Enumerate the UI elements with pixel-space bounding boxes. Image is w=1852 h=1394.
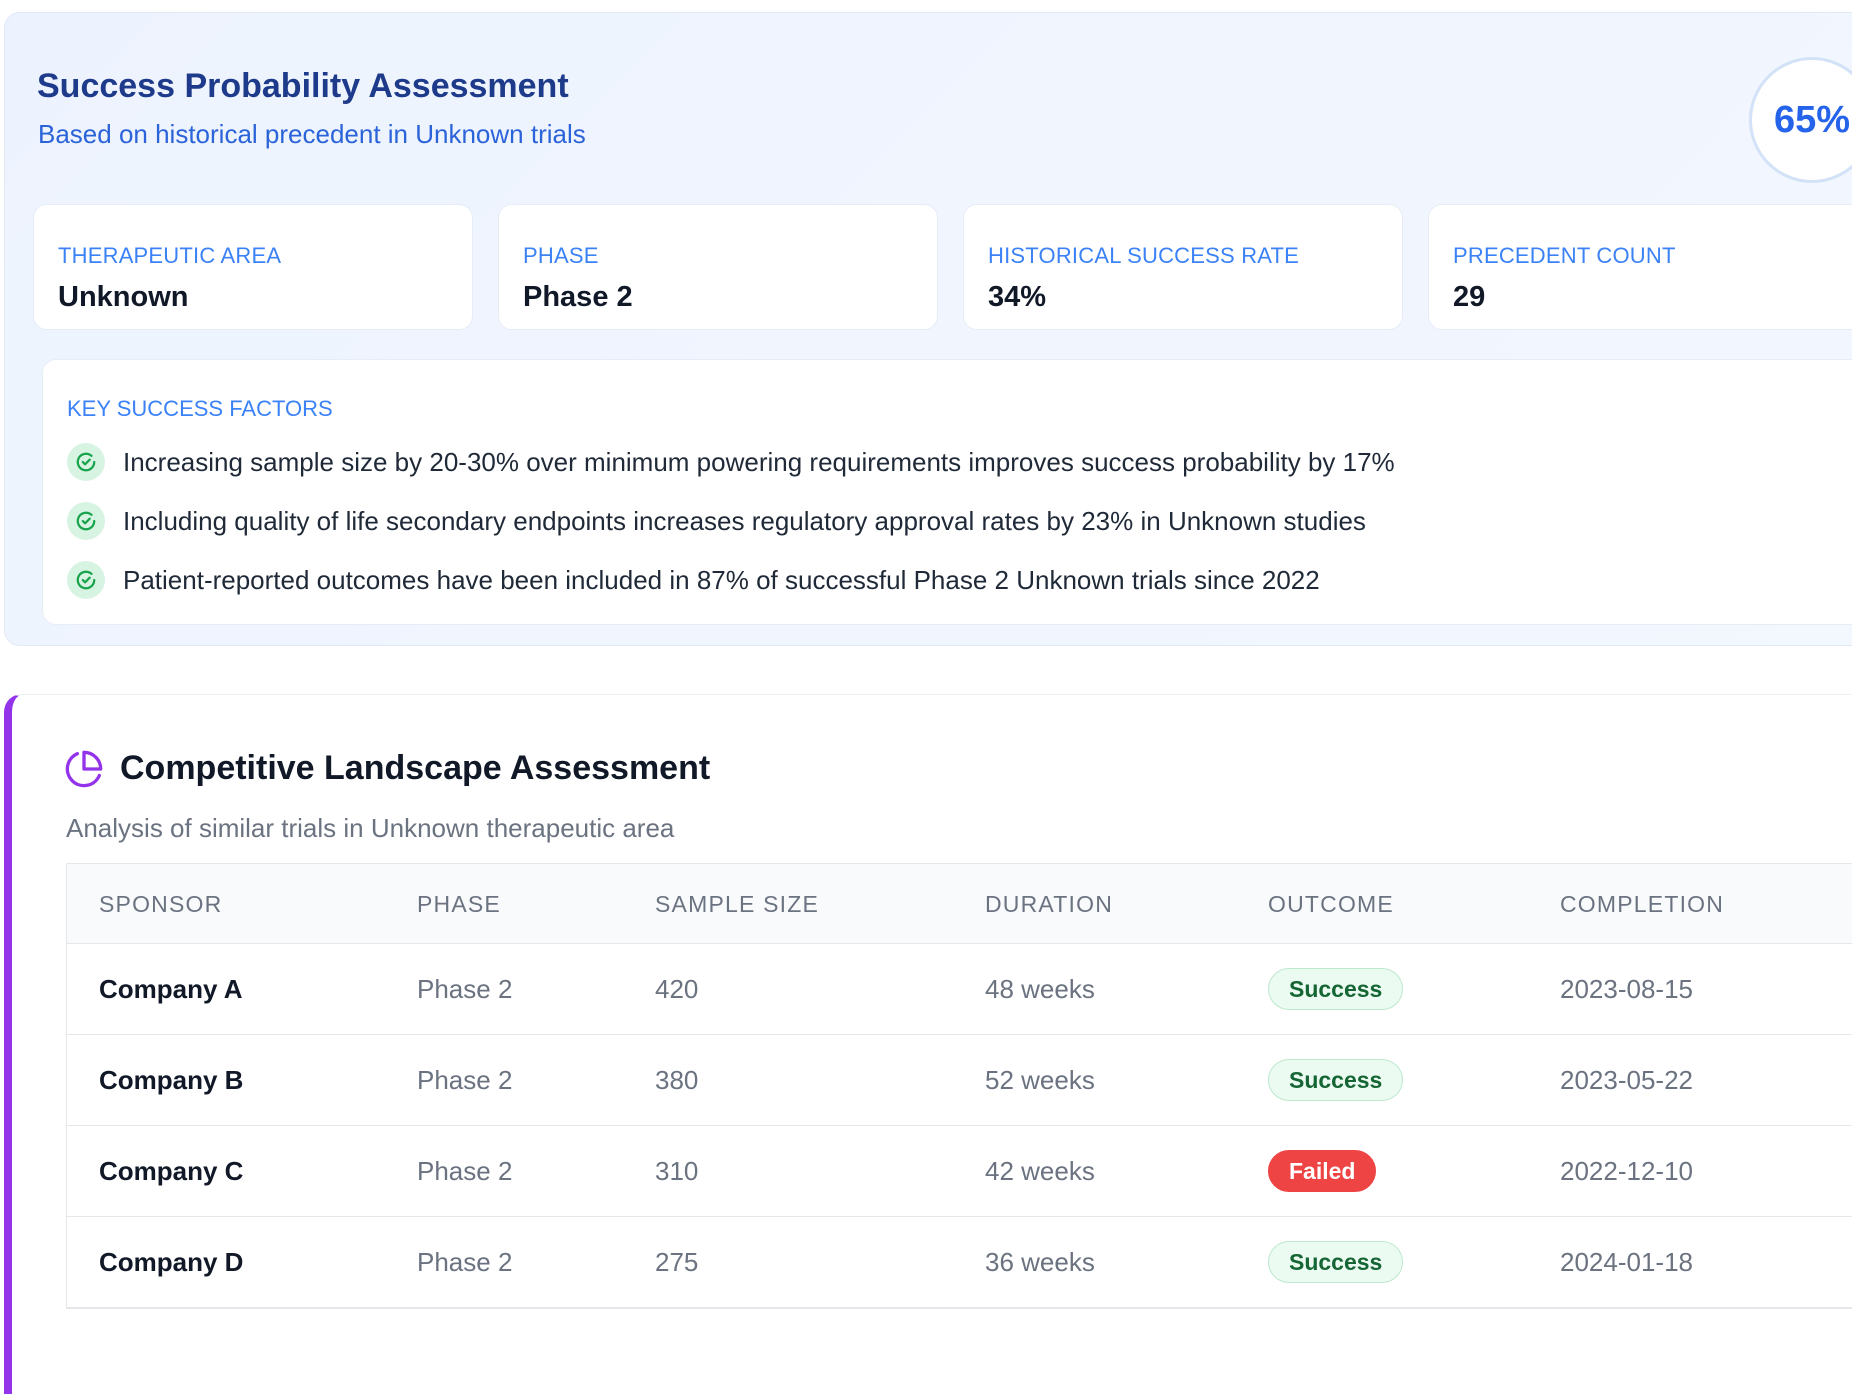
success-score-badge: 65%	[1749, 57, 1852, 183]
outcome-badge: Success	[1268, 1241, 1404, 1283]
sample-size-cell: 275	[655, 1246, 699, 1277]
column-header-duration[interactable]: DURATION	[985, 864, 1113, 944]
metric-label: PRECEDENT COUNT	[1453, 243, 1676, 268]
table-row[interactable]: Company D Phase 2 275 36 weeks Success 2…	[67, 1217, 1852, 1308]
column-header-sample-size[interactable]: SAMPLE SIZE	[655, 864, 819, 944]
duration-cell: 36 weeks	[985, 1246, 1095, 1277]
metric-therapeutic-area: THERAPEUTIC AREA Unknown	[33, 204, 473, 330]
success-factor-text: Including quality of life secondary endp…	[123, 505, 1366, 536]
column-header-phase[interactable]: PHASE	[417, 864, 501, 944]
phase-cell: Phase 2	[417, 973, 513, 1004]
outcome-cell: Success	[1268, 1035, 1404, 1125]
competitive-landscape-title: Competitive Landscape Assessment	[120, 749, 711, 787]
competitive-landscape-subtitle: Analysis of similar trials in Unknown th…	[66, 813, 675, 843]
sponsor-cell: Company A	[99, 973, 243, 1004]
key-success-factors-title: KEY SUCCESS FACTORS	[67, 396, 333, 421]
success-probability-card: Success Probability Assessment Based on …	[4, 12, 1852, 646]
pie-chart-icon	[64, 749, 104, 789]
check-circle-icon	[67, 443, 105, 481]
outcome-badge: Failed	[1268, 1150, 1377, 1192]
column-header-completion[interactable]: COMPLETION	[1560, 864, 1724, 944]
success-factor-item: Patient-reported outcomes have been incl…	[67, 560, 1320, 600]
sample-size-cell: 420	[655, 973, 699, 1004]
success-factor-text: Increasing sample size by 20-30% over mi…	[123, 446, 1395, 477]
completion-cell: 2024-01-18	[1560, 1246, 1693, 1277]
check-circle-icon	[67, 561, 105, 599]
outcome-cell: Success	[1268, 1217, 1404, 1307]
outcome-badge: Success	[1268, 968, 1404, 1010]
table-row[interactable]: Company A Phase 2 420 48 weeks Success 2…	[67, 944, 1852, 1035]
sponsor-cell: Company C	[99, 1155, 244, 1186]
check-circle-icon	[67, 502, 105, 540]
sponsor-cell: Company D	[99, 1246, 244, 1277]
metric-value: 34%	[988, 281, 1047, 313]
similar-trials-table: SPONSOR PHASE SAMPLE SIZE DURATION OUTCO…	[66, 863, 1852, 1309]
success-factor-item: Including quality of life secondary endp…	[67, 501, 1366, 541]
metric-value: Phase 2	[523, 281, 633, 313]
success-probability-title: Success Probability Assessment	[37, 67, 569, 105]
table-row[interactable]: Company B Phase 2 380 52 weeks Success 2…	[67, 1035, 1852, 1126]
column-header-sponsor[interactable]: SPONSOR	[99, 864, 222, 944]
outcome-badge: Success	[1268, 1059, 1404, 1101]
outcome-cell: Failed	[1268, 1126, 1377, 1216]
key-success-factors-panel: KEY SUCCESS FACTORS Increasing sample si…	[42, 359, 1852, 625]
duration-cell: 52 weeks	[985, 1064, 1095, 1095]
table-header-row: SPONSOR PHASE SAMPLE SIZE DURATION OUTCO…	[67, 864, 1852, 944]
metric-phase: PHASE Phase 2	[498, 204, 938, 330]
table-row[interactable]: Company C Phase 2 310 42 weeks Failed 20…	[67, 1126, 1852, 1217]
metric-value: 29	[1453, 281, 1486, 313]
duration-cell: 48 weeks	[985, 973, 1095, 1004]
completion-cell: 2023-05-22	[1560, 1064, 1693, 1095]
metric-value: Unknown	[58, 281, 189, 313]
phase-cell: Phase 2	[417, 1064, 513, 1095]
metric-label: HISTORICAL SUCCESS RATE	[988, 243, 1300, 268]
success-factor-text: Patient-reported outcomes have been incl…	[123, 564, 1320, 595]
sample-size-cell: 380	[655, 1064, 699, 1095]
metric-label: PHASE	[523, 243, 599, 268]
sample-size-cell: 310	[655, 1155, 699, 1186]
metric-label: THERAPEUTIC AREA	[58, 243, 282, 268]
duration-cell: 42 weeks	[985, 1155, 1095, 1186]
column-header-outcome[interactable]: OUTCOME	[1268, 864, 1394, 944]
competitive-landscape-card: Competitive Landscape Assessment Analysi…	[4, 694, 1852, 1394]
metric-historical-success-rate: HISTORICAL SUCCESS RATE 34%	[963, 204, 1403, 330]
success-factor-item: Increasing sample size by 20-30% over mi…	[67, 442, 1395, 482]
outcome-cell: Success	[1268, 944, 1404, 1034]
phase-cell: Phase 2	[417, 1246, 513, 1277]
completion-cell: 2022-12-10	[1560, 1155, 1693, 1186]
sponsor-cell: Company B	[99, 1064, 244, 1095]
success-probability-subtitle: Based on historical precedent in Unknown…	[38, 119, 586, 149]
phase-cell: Phase 2	[417, 1155, 513, 1186]
metric-precedent-count: PRECEDENT COUNT 29	[1428, 204, 1852, 330]
completion-cell: 2023-08-15	[1560, 973, 1693, 1004]
